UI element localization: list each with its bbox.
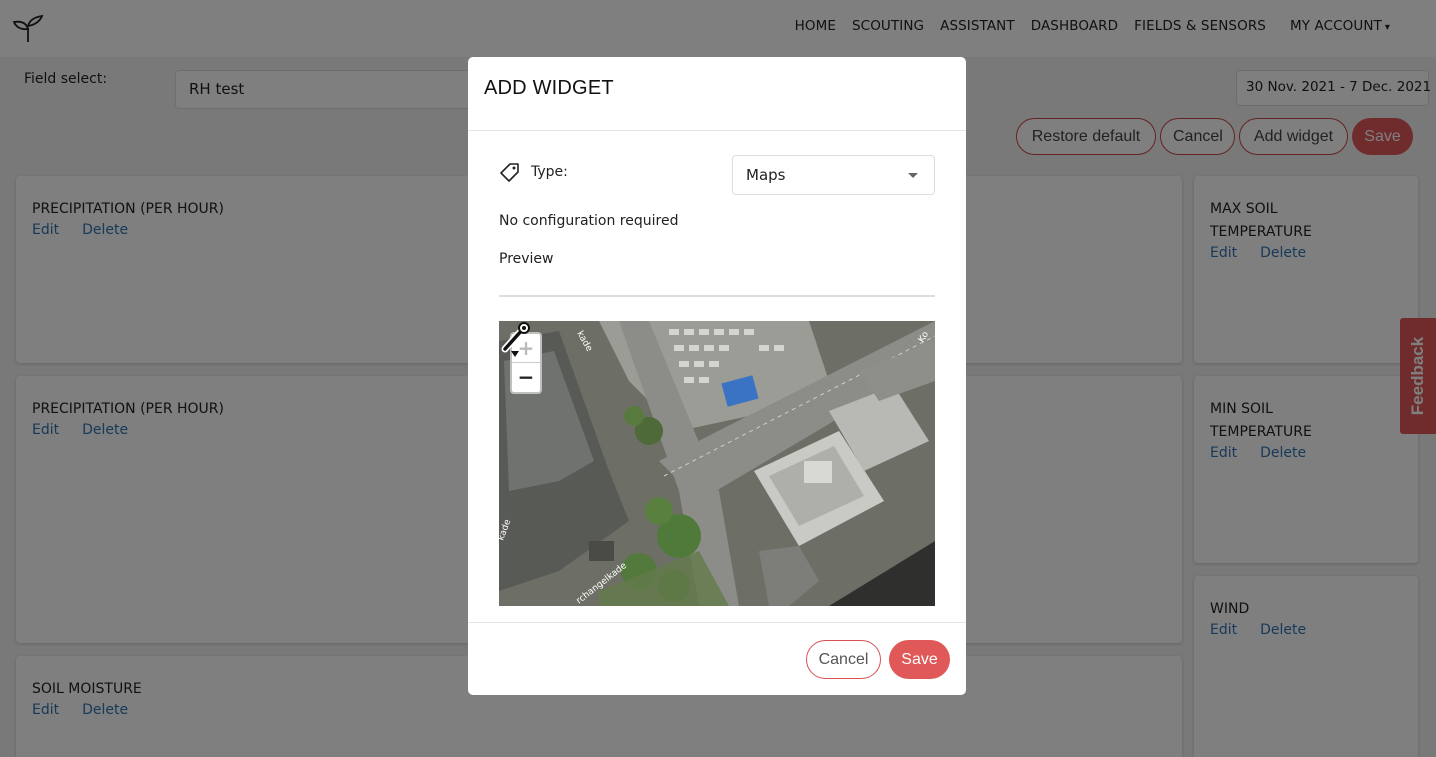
type-row: Type: Maps <box>499 155 935 195</box>
no-config-text: No configuration required <box>499 213 679 229</box>
modal-save-button[interactable]: Save <box>889 640 950 679</box>
preview-label: Preview <box>499 251 554 267</box>
zoom-out-button[interactable]: − <box>512 363 540 392</box>
divider <box>499 295 935 297</box>
modal-title: ADD WIDGET <box>484 77 614 99</box>
tag-icon <box>500 163 519 182</box>
type-select[interactable]: Maps <box>732 155 935 195</box>
type-label: Type: <box>531 164 568 180</box>
modal-cancel-button[interactable]: Cancel <box>806 640 881 679</box>
map-preview[interactable]: kade Ko rchangelkade kade + − <box>499 321 935 606</box>
modal-footer: Cancel Save <box>468 622 966 695</box>
satellite-map-image: kade Ko rchangelkade kade <box>499 321 935 606</box>
dropdown-arrow-icon <box>908 173 918 178</box>
wrench-marker-icon[interactable] <box>499 321 535 361</box>
add-widget-modal: ADD WIDGET Type: Maps No configuration r… <box>468 57 966 695</box>
modal-header: ADD WIDGET <box>468 57 966 131</box>
type-select-value: Maps <box>746 166 786 184</box>
